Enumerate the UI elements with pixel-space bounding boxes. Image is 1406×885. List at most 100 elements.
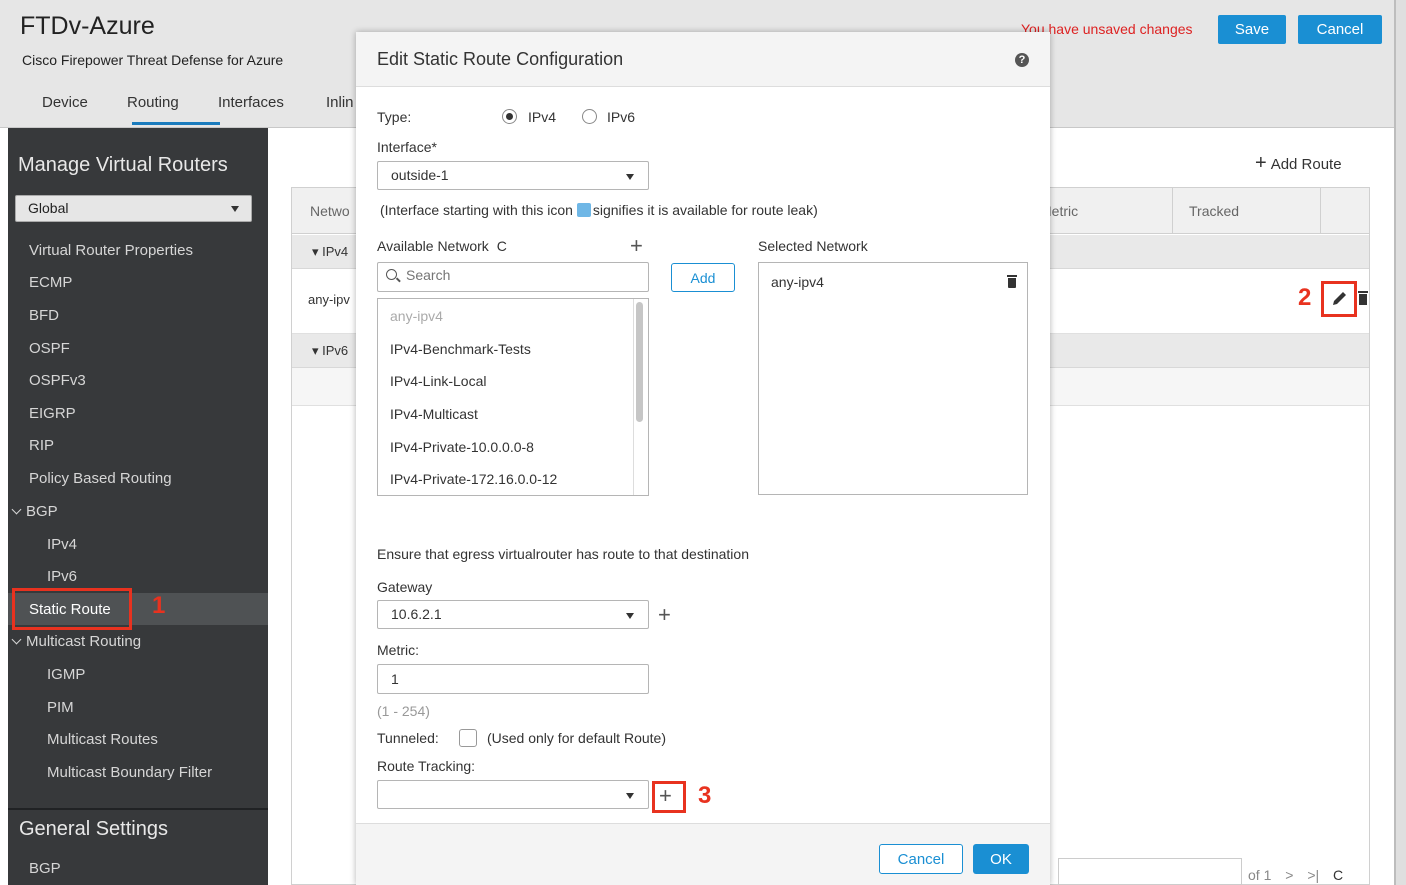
sidebar-item-rip[interactable]: RIP — [29, 437, 54, 454]
sidebar-item-eigrp[interactable]: EIGRP — [29, 405, 76, 422]
egress-note: Ensure that egress virtualrouter has rou… — [377, 546, 749, 562]
dialog-footer: Cancel OK — [356, 823, 1050, 885]
list-item[interactable]: any-ipv4 — [390, 308, 443, 324]
annotation-number-3: 3 — [698, 782, 712, 809]
tab-device[interactable]: Device — [42, 94, 88, 111]
column-tracked: Tracked — [1189, 203, 1240, 219]
sidebar-group-bgp-label: BGP — [26, 503, 58, 520]
metric-label: Metric: — [377, 642, 419, 658]
metric-range-hint: (1 - 254) — [377, 703, 430, 719]
sidebar-item-virtual-router-properties[interactable]: Virtual Router Properties — [29, 242, 193, 259]
annotation-number-1: 1 — [152, 592, 166, 619]
delete-route-button[interactable] — [1358, 291, 1368, 305]
sidebar-group-bgp[interactable]: BGP — [11, 503, 58, 520]
interface-value: outside-1 — [391, 167, 449, 183]
sidebar-item-multicast-boundary-filter[interactable]: Multicast Boundary Filter — [47, 764, 212, 781]
chevron-down-icon — [626, 613, 634, 619]
search-icon — [386, 269, 397, 280]
add-route-tracking-icon[interactable]: + — [659, 785, 672, 807]
trash-icon[interactable] — [1007, 275, 1017, 288]
sidebar-item-general-bgp[interactable]: BGP — [29, 860, 61, 877]
sidebar-item-multicast-routes[interactable]: Multicast Routes — [47, 731, 158, 748]
route-tracking-select[interactable] — [377, 780, 649, 809]
list-item[interactable]: IPv4-Link-Local — [390, 373, 487, 389]
edit-route-button[interactable] — [1321, 281, 1357, 317]
list-item[interactable]: IPv4-Benchmark-Tests — [390, 341, 531, 357]
last-page-icon[interactable]: >| — [1307, 867, 1319, 883]
window-edge — [1394, 0, 1406, 885]
page-number-input[interactable] — [1058, 858, 1242, 885]
sidebar-item-policy-based-routing[interactable]: Policy Based Routing — [29, 470, 172, 487]
plus-icon: + — [1255, 152, 1267, 174]
add-network-object-icon[interactable]: + — [630, 235, 643, 257]
column-separator — [1320, 188, 1321, 234]
next-page-icon[interactable]: > — [1285, 867, 1293, 883]
add-route-button[interactable]: + Add Route — [1255, 152, 1342, 175]
route-tracking-label: Route Tracking: — [377, 758, 476, 774]
help-icon[interactable]: ? — [1015, 53, 1029, 67]
tab-routing[interactable]: Routing — [127, 94, 179, 111]
network-search-field[interactable] — [377, 262, 649, 292]
interface-label: Interface* — [377, 139, 437, 155]
pager-count: of 1 — [1248, 867, 1272, 883]
scroll-track — [633, 299, 634, 495]
save-button[interactable]: Save — [1218, 15, 1286, 44]
interface-select[interactable]: outside-1 — [377, 161, 649, 190]
sidebar-item-bfd[interactable]: BFD — [29, 307, 59, 324]
device-title: FTDv-Azure — [20, 12, 155, 40]
sidebar-item-bgp-ipv4[interactable]: IPv4 — [47, 536, 77, 553]
sidebar-group-multicast-routing[interactable]: Multicast Routing — [11, 633, 141, 650]
add-gateway-icon[interactable]: + — [658, 604, 671, 626]
row-network-cell: any-ipv — [308, 292, 350, 307]
chevron-down-icon — [231, 206, 239, 212]
sidebar-item-ecmp[interactable]: ECMP — [29, 274, 72, 291]
gateway-value: 10.6.2.1 — [391, 606, 442, 622]
device-subtitle: Cisco Firepower Threat Defense for Azure — [22, 52, 284, 68]
sidebar-item-ospf[interactable]: OSPF — [29, 340, 70, 357]
radio-ipv4[interactable] — [502, 109, 517, 124]
group-label-ipv6: ▾ IPv6 — [312, 343, 349, 358]
tab-interfaces[interactable]: Interfaces — [218, 94, 284, 111]
available-network-label: Available Network C — [377, 238, 507, 254]
available-network-list[interactable]: any-ipv4 IPv4-Benchmark-Tests IPv4-Link-… — [377, 298, 649, 496]
selected-network-list: any-ipv4 — [758, 262, 1028, 495]
cancel-button[interactable]: Cancel — [1298, 15, 1382, 44]
metric-input[interactable]: 1 — [377, 664, 649, 694]
list-item[interactable]: IPv4-Private-172.16.0.0-12 — [390, 471, 557, 487]
list-scrollbar[interactable] — [636, 302, 643, 422]
selected-network-label: Selected Network — [758, 238, 868, 254]
dialog-ok-button[interactable]: OK — [973, 844, 1029, 874]
virtual-router-select[interactable]: Global — [15, 195, 252, 222]
annotation-box-1 — [12, 588, 132, 630]
pencil-icon — [1333, 292, 1346, 305]
gateway-select[interactable]: 10.6.2.1 — [377, 600, 649, 629]
pager: of 1 > >| C — [1248, 867, 1343, 883]
gateway-label: Gateway — [377, 579, 433, 595]
tab-inline-sets[interactable]: Inlin — [326, 94, 354, 111]
tunneled-checkbox[interactable] — [459, 729, 477, 747]
sidebar-divider — [8, 808, 268, 810]
sidebar-item-ospfv3[interactable]: OSPFv3 — [29, 372, 86, 389]
chevron-down-icon — [626, 793, 634, 799]
column-network: Netwo — [310, 203, 350, 219]
refresh-icon[interactable]: C — [1333, 867, 1343, 883]
sidebar-item-pim[interactable]: PIM — [47, 699, 74, 716]
virtual-router-value: Global — [28, 200, 69, 216]
network-search-input[interactable] — [406, 267, 636, 283]
edit-static-route-dialog: Edit Static Route Configuration ? Type: … — [356, 32, 1050, 885]
radio-ipv6[interactable] — [582, 109, 597, 124]
refresh-icon[interactable]: C — [497, 238, 507, 254]
list-item[interactable]: IPv4-Multicast — [390, 406, 478, 422]
sidebar-item-igmp[interactable]: IGMP — [47, 666, 85, 683]
route-leak-note: (Interface starting with this icon signi… — [380, 202, 818, 218]
chevron-down-icon — [626, 174, 634, 180]
add-network-button[interactable]: Add — [671, 263, 735, 292]
sidebar-title: Manage Virtual Routers — [18, 154, 228, 176]
list-item[interactable]: IPv4-Private-10.0.0.0-8 — [390, 439, 534, 455]
dialog-cancel-button[interactable]: Cancel — [879, 844, 963, 874]
group-label-ipv4: ▾ IPv4 — [312, 244, 349, 259]
route-leak-icon — [576, 203, 591, 217]
tunneled-note: (Used only for default Route) — [487, 730, 666, 746]
sidebar-item-bgp-ipv6[interactable]: IPv6 — [47, 568, 77, 585]
trash-icon — [1358, 291, 1368, 305]
